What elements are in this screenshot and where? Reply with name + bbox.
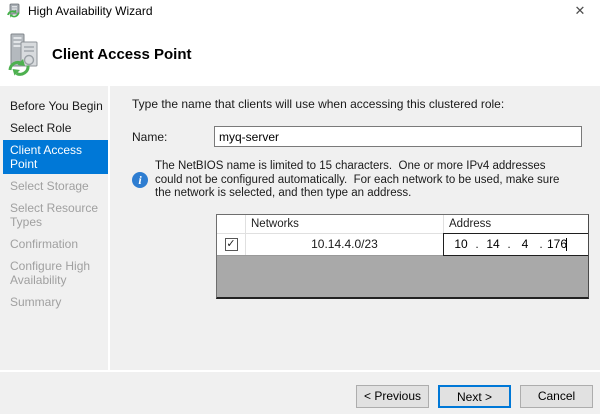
name-input[interactable] — [214, 126, 582, 147]
next-button[interactable]: Next > — [438, 385, 511, 408]
netbios-info-text: The NetBIOS name is limited to 15 charac… — [155, 160, 590, 201]
info-icon: i — [132, 172, 148, 188]
network-row[interactable]: ✓ 10.14.4.0/23 10 . 14 . 4 . 176 — [217, 234, 588, 256]
networks-table: Networks Address ✓ 10.14.4.0/23 10 . 14 … — [216, 214, 589, 299]
ip-octet-3[interactable]: 4 — [514, 237, 536, 251]
wizard-app-icon — [6, 3, 22, 19]
step-before-you-begin: Before You Begin — [0, 96, 108, 116]
step-configure-high-availability: Configure High Availability — [0, 256, 108, 290]
checkbox-column-header — [217, 215, 246, 233]
wizard-footer: < Previous Next > Cancel — [0, 370, 600, 414]
step-summary: Summary — [0, 292, 108, 312]
text-caret — [566, 238, 567, 251]
ip-octet-2[interactable]: 14 — [482, 237, 504, 251]
network-name-cell[interactable]: 10.14.4.0/23 — [246, 234, 444, 255]
close-icon[interactable]: ✕ — [560, 0, 600, 22]
instruction-text: Type the name that clients will use when… — [132, 97, 590, 111]
page-title: Client Access Point — [52, 46, 191, 63]
networks-table-header: Networks Address — [217, 215, 588, 234]
previous-button[interactable]: < Previous — [356, 385, 429, 408]
wizard-steps-sidebar: Before You Begin Select Role Client Acce… — [0, 86, 110, 370]
high-availability-wizard-window: High Availability Wizard ✕ Client Access… — [0, 0, 600, 414]
address-column-header: Address — [444, 215, 588, 233]
step-client-access-point: Client Access Point — [3, 140, 108, 174]
wizard-page-header: Client Access Point — [0, 22, 600, 86]
network-checkbox[interactable]: ✓ — [225, 238, 238, 251]
networks-column-header: Networks — [246, 215, 444, 233]
ip-octet-4[interactable]: 176 — [546, 237, 568, 251]
name-label: Name: — [132, 130, 214, 144]
window-title: High Availability Wizard — [28, 4, 153, 18]
ip-address-input[interactable]: 10 . 14 . 4 . 176 — [443, 233, 589, 256]
ip-octet-1[interactable]: 10 — [450, 237, 472, 251]
client-access-point-icon — [8, 32, 42, 76]
wizard-content: Type the name that clients will use when… — [110, 86, 600, 370]
ip-separator: . — [472, 237, 482, 251]
address-cell: 10 . 14 . 4 . 176 — [444, 234, 588, 255]
cancel-button[interactable]: Cancel — [520, 385, 593, 408]
step-select-role: Select Role — [0, 118, 108, 138]
wizard-body: Before You Begin Select Role Client Acce… — [0, 86, 600, 370]
ip-separator: . — [536, 237, 546, 251]
step-select-storage: Select Storage — [0, 176, 108, 196]
title-bar: High Availability Wizard ✕ — [0, 0, 600, 22]
ip-separator: . — [504, 237, 514, 251]
step-confirmation: Confirmation — [0, 234, 108, 254]
step-select-resource-types: Select Resource Types — [0, 198, 108, 232]
